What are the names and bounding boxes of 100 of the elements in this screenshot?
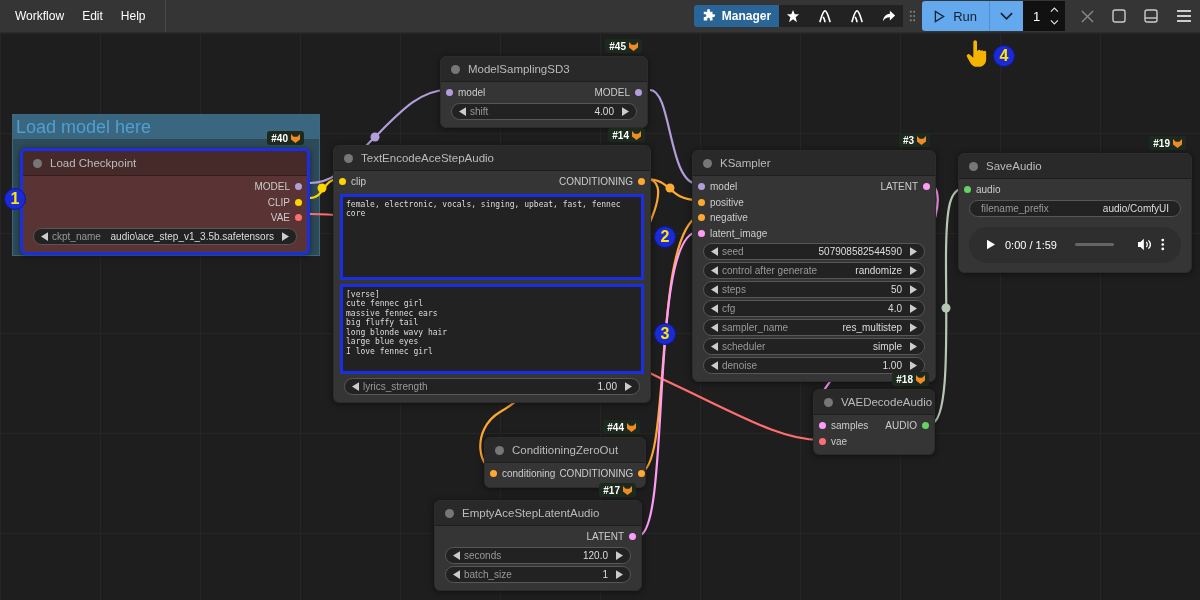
left-arrow-icon[interactable] <box>711 361 718 370</box>
menu-item[interactable]: Help <box>111 5 155 27</box>
input-port[interactable] <box>698 229 705 237</box>
input-port[interactable] <box>819 422 826 430</box>
widget-field[interactable]: scheduler simple <box>703 338 925 355</box>
input-port[interactable] <box>698 183 705 191</box>
output-port[interactable] <box>638 178 645 186</box>
right-arrow-icon[interactable] <box>910 304 917 313</box>
input-port[interactable] <box>339 178 346 186</box>
node-header[interactable]: TextEncodeAceStepAudio <box>334 146 650 171</box>
status-dot-icon[interactable] <box>451 64 460 74</box>
volume-icon[interactable] <box>1138 238 1152 251</box>
output-port[interactable] <box>923 183 930 191</box>
right-arrow-icon[interactable] <box>910 323 917 332</box>
right-arrow-icon[interactable] <box>625 381 632 391</box>
widget-field[interactable]: batch_size 1 <box>445 565 631 583</box>
batch-count-field[interactable]: 1 <box>1023 1 1065 31</box>
output-label: CONDITIONING <box>559 176 633 188</box>
input-port[interactable] <box>698 198 705 206</box>
node-card[interactable] <box>333 145 651 403</box>
reroute-dot[interactable] <box>317 183 327 193</box>
node-header[interactable]: EmptyAceStepLatentAudio <box>435 501 641 526</box>
output-port[interactable] <box>638 470 645 478</box>
left-arrow-icon[interactable] <box>711 342 718 351</box>
left-arrow-icon[interactable] <box>41 231 48 241</box>
square-icon[interactable] <box>1112 9 1126 23</box>
prompt-textarea[interactable]: female, electronic, vocals, singing, upbeat, fast, fennec core <box>340 193 644 280</box>
play-icon[interactable] <box>987 239 995 250</box>
node-id: #3 <box>902 134 914 146</box>
node-header[interactable]: Load Checkpoint <box>23 151 307 176</box>
widget-field[interactable]: denoise 1.00 <box>703 357 925 374</box>
left-arrow-icon[interactable] <box>352 381 359 391</box>
left-arrow-icon[interactable] <box>711 247 718 256</box>
node-header[interactable]: SaveAudio <box>959 154 1191 179</box>
reroute-dot[interactable] <box>370 132 380 142</box>
status-dot-icon[interactable] <box>969 161 978 171</box>
right-arrow-icon[interactable] <box>910 266 917 275</box>
output-port[interactable] <box>629 533 636 541</box>
widget-field[interactable]: shift 4.00 <box>451 102 637 120</box>
status-dot-icon[interactable] <box>495 445 504 455</box>
reroute-dot[interactable] <box>665 183 675 193</box>
prompt-textarea[interactable]: [verse] cute fennec girl massive fennec ears big fluffy tail long blonde wavy hair large blue eyes I love fennec girl <box>340 283 644 374</box>
widget-field[interactable]: lyrics_strength 1.00 <box>344 377 640 395</box>
node-card[interactable]: Load Checkpoint MODEL CLIP VAE ckpt_name audio\ace_step_v1_3.5b.safetensors <box>20 148 310 255</box>
left-arrow-icon[interactable] <box>711 266 718 275</box>
input-port[interactable] <box>446 89 453 97</box>
input-port[interactable] <box>490 470 497 478</box>
status-dot-icon[interactable] <box>824 397 833 407</box>
widget-field[interactable]: control after generate randomize <box>703 262 925 279</box>
audio-player[interactable]: 0:00 / 1:59 <box>969 226 1181 263</box>
node-card[interactable]: VAEDecodeAudio samples AUDIO vae <box>813 389 935 455</box>
menu-item[interactable]: Workflow <box>6 5 74 27</box>
drag-handle-icon[interactable] <box>909 10 917 22</box>
status-dot-icon[interactable] <box>344 153 353 163</box>
output-port[interactable] <box>295 214 302 222</box>
node-header[interactable]: KSampler <box>693 151 935 176</box>
left-arrow-icon[interactable] <box>711 285 718 294</box>
right-arrow-icon[interactable] <box>910 342 917 351</box>
more-options-icon[interactable] <box>1161 238 1165 251</box>
menu-icon[interactable] <box>1176 9 1192 23</box>
right-arrow-icon[interactable] <box>282 231 289 241</box>
right-arrow-icon[interactable] <box>622 106 629 116</box>
menu-item[interactable]: Edit <box>73 5 112 27</box>
node-card[interactable]: SaveAudio audio filename_prefix audio/ComfyUI 0:00 / 1:59 <box>958 153 1192 273</box>
fox-icon <box>917 135 926 145</box>
widget-field[interactable]: seed 507908582544590 <box>703 243 925 260</box>
output-port[interactable] <box>295 183 302 191</box>
fox-icon <box>291 133 300 143</box>
output-port[interactable] <box>295 198 302 206</box>
input-port[interactable] <box>698 214 705 222</box>
right-arrow-icon[interactable] <box>910 285 917 294</box>
stepper-icon[interactable] <box>1050 6 1059 26</box>
status-dot-icon[interactable] <box>445 508 454 518</box>
output-port[interactable] <box>922 422 929 430</box>
widget-field[interactable]: seconds 120.0 <box>445 546 631 564</box>
panel-icon[interactable] <box>1144 9 1158 23</box>
reroute-dot[interactable] <box>941 303 951 313</box>
status-dot-icon[interactable] <box>33 158 42 168</box>
node-header[interactable]: VAEDecodeAudio <box>814 390 934 415</box>
input-port[interactable] <box>819 437 826 445</box>
widget-field[interactable]: sampler_name res_multistep <box>703 319 925 336</box>
node-card[interactable]: EmptyAceStepLatentAudio LATENT seconds 120.0 batch_size 1 <box>434 500 642 591</box>
node-header[interactable]: ModelSamplingSD3 <box>441 57 647 82</box>
output-port[interactable] <box>635 89 642 97</box>
right-arrow-icon[interactable] <box>910 361 917 370</box>
manager-button[interactable]: Manager <box>693 5 780 27</box>
widget-value: 4.0 <box>888 303 903 314</box>
widget-field[interactable]: ckpt_name audio\ace_step_v1_3.5b.safetensors <box>33 227 297 245</box>
text-field[interactable]: filename_prefix audio/ComfyUI <box>969 199 1181 217</box>
node-card[interactable]: ModelSamplingSD3 model MODEL shift 4.00 <box>440 56 648 128</box>
left-arrow-icon[interactable] <box>459 106 466 116</box>
left-arrow-icon[interactable] <box>711 304 718 313</box>
widget-field[interactable]: steps 50 <box>703 281 925 298</box>
left-arrow-icon[interactable] <box>711 323 718 332</box>
right-arrow-icon[interactable] <box>910 247 917 256</box>
input-port[interactable] <box>964 186 971 194</box>
widget-field[interactable]: cfg 4.0 <box>703 300 925 317</box>
node-header[interactable]: ConditioningZeroOut <box>485 438 645 463</box>
status-dot-icon[interactable] <box>703 158 712 168</box>
close-icon[interactable] <box>1081 9 1094 23</box>
